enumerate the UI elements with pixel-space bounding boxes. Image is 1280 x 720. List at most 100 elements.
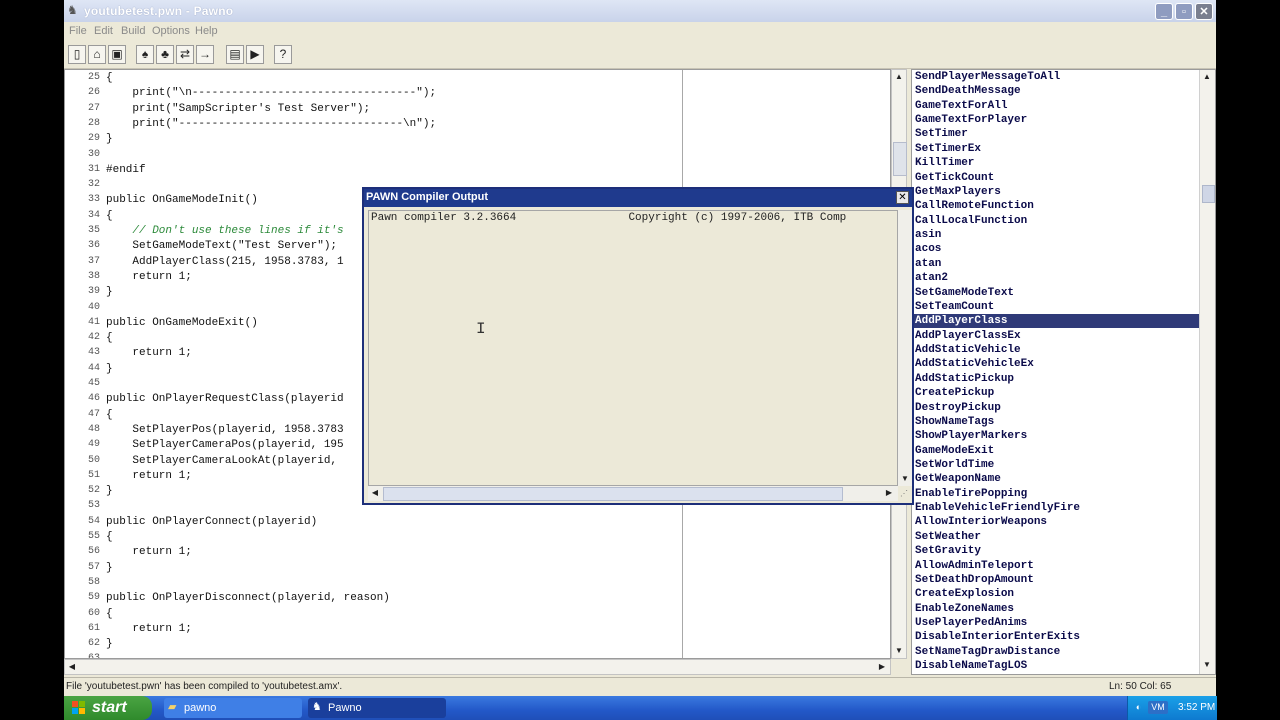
function-list-item[interactable]: SetDeathDropAmount (914, 573, 1200, 587)
function-list-item[interactable]: KillTimer (914, 156, 1200, 170)
line-number: 62 (87, 638, 100, 650)
scroll-down-icon[interactable]: ▼ (898, 472, 912, 486)
menu-build[interactable]: Build (121, 25, 145, 37)
function-list-item[interactable]: GetTickCount (914, 171, 1200, 185)
function-list-item[interactable]: SetWeather (914, 530, 1200, 544)
scroll-thumb[interactable] (383, 487, 843, 501)
function-list-item[interactable]: SetTimer (914, 127, 1200, 141)
menu-file[interactable]: File (69, 25, 87, 37)
line-number: 61 (87, 622, 100, 634)
run-icon[interactable]: ▶ (246, 45, 264, 64)
find-icon[interactable]: ♠ (136, 45, 154, 64)
function-list-item[interactable]: AddStaticPickup (914, 372, 1200, 386)
line-number: 50 (87, 454, 100, 466)
menu-edit[interactable]: Edit (94, 25, 113, 37)
function-list-item[interactable]: EnableTirePopping (914, 487, 1200, 501)
start-button[interactable]: start (64, 696, 152, 720)
replace-icon[interactable]: ⇄ (176, 45, 194, 64)
function-list-item[interactable]: AddStaticVehicleEx (914, 357, 1200, 371)
function-list-item[interactable]: CallLocalFunction (914, 214, 1200, 228)
new-icon[interactable]: ▯ (68, 45, 86, 64)
scroll-right-icon[interactable]: ▶ (882, 486, 896, 500)
editor-horizontal-scrollbar[interactable]: ◀ ▶ (64, 659, 891, 675)
function-list-item[interactable]: AddStaticVehicle (914, 343, 1200, 357)
function-list-scrollbar[interactable]: ▲ ▼ (1199, 70, 1215, 674)
compiler-output-title-bar[interactable]: PAWN Compiler Output ✕ (364, 189, 912, 207)
function-list-item[interactable]: GetMaxPlayers (914, 185, 1200, 199)
resize-grip-icon[interactable]: ⋰ (900, 489, 910, 499)
scroll-up-icon[interactable]: ▲ (1200, 70, 1214, 84)
code-line: { (106, 72, 113, 84)
scroll-down-icon[interactable]: ▼ (892, 644, 906, 658)
help-icon[interactable]: ? (274, 45, 292, 64)
function-list-item[interactable]: SetGravity (914, 544, 1200, 558)
function-list-item[interactable]: EnableZoneNames (914, 602, 1200, 616)
toolbar: ▯ ⌂ ▣ ♠ ♣ ⇄ → ▤ ▶ ? (64, 41, 1216, 69)
scroll-left-icon[interactable]: ◀ (65, 660, 79, 674)
function-list-item[interactable]: DestroyPickup (914, 401, 1200, 415)
compile-icon[interactable]: ▤ (226, 45, 244, 64)
menu-help[interactable]: Help (195, 25, 218, 37)
function-list-item[interactable]: CreatePickup (914, 386, 1200, 400)
function-list-item[interactable]: UsePlayerPedAnims (914, 616, 1200, 630)
function-list-item[interactable]: SetTimerEx (914, 142, 1200, 156)
clock: 3:52 PM (1178, 702, 1216, 713)
function-list-item[interactable]: SetGameModeText (914, 286, 1200, 300)
compiler-output-vertical-scrollbar[interactable]: ▼ (898, 210, 912, 486)
line-number: 35 (87, 225, 100, 236)
code-line: // Don't use these lines if it's (106, 225, 344, 237)
save-icon[interactable]: ▣ (108, 45, 126, 64)
function-list-item[interactable]: CallRemoteFunction (914, 199, 1200, 213)
close-button[interactable]: ✕ (1195, 3, 1213, 20)
function-list-item[interactable]: GameTextForAll (914, 99, 1200, 113)
compiler-output-horizontal-scrollbar[interactable]: ◀ ▶ (368, 486, 898, 501)
network-icon[interactable]: ◐ (1132, 701, 1145, 714)
code-line: print("SampScripter's Test Server"); (106, 102, 371, 115)
function-list-item[interactable]: SendPlayerMessageToAll (914, 70, 1200, 84)
function-list-item[interactable]: SetWorldTime (914, 458, 1200, 472)
function-list-item[interactable]: GameTextForPlayer (914, 113, 1200, 127)
function-list-item[interactable]: atan (914, 257, 1200, 271)
goto-icon[interactable]: → (196, 45, 214, 64)
code-line: return 1; (106, 347, 192, 360)
function-list-item[interactable]: AllowInteriorWeapons (914, 515, 1200, 529)
function-list-item[interactable]: asin (914, 228, 1200, 242)
scroll-thumb[interactable] (893, 142, 907, 176)
function-list-item[interactable]: AllowAdminTeleport (914, 559, 1200, 573)
function-list-item[interactable]: DisableNameTagLOS (914, 659, 1200, 673)
line-number: 59 (87, 592, 100, 604)
compiler-output-text[interactable]: Pawn compiler 3.2.3664 Copyright (c) 199… (368, 210, 898, 486)
task-pawno-app[interactable]: ♞ Pawno (308, 698, 446, 718)
code-line: } (106, 362, 113, 375)
minimize-button[interactable]: _ (1155, 3, 1173, 20)
compiler-output-close-button[interactable]: ✕ (896, 191, 909, 204)
scroll-right-icon[interactable]: ▶ (875, 660, 889, 674)
function-list-item[interactable]: SetNameTagDrawDistance (914, 645, 1200, 659)
task-pawno-folder[interactable]: ▰ pawno (164, 698, 302, 718)
scroll-thumb[interactable] (1202, 185, 1215, 203)
function-list-item[interactable]: atan2 (914, 271, 1200, 285)
function-list-item[interactable]: CreateExplosion (914, 587, 1200, 601)
vm-tray-icon[interactable]: VM (1148, 701, 1168, 714)
function-list-item[interactable]: ShowPlayerMarkers (914, 429, 1200, 443)
find-next-icon[interactable]: ♣ (156, 45, 174, 64)
menu-options[interactable]: Options (152, 25, 190, 37)
scroll-down-icon[interactable]: ▼ (1200, 658, 1214, 672)
status-bar: File 'youtubetest.pwn' has been compiled… (64, 677, 1216, 696)
open-icon[interactable]: ⌂ (88, 45, 106, 64)
function-list-item[interactable]: acos (914, 242, 1200, 256)
function-list-item[interactable]: DisableInteriorEnterExits (914, 630, 1200, 644)
scroll-up-icon[interactable]: ▲ (892, 70, 906, 84)
scroll-left-icon[interactable]: ◀ (368, 486, 382, 500)
function-list-item[interactable]: GameModeExit (914, 444, 1200, 458)
function-list-item[interactable]: SetTeamCount (914, 300, 1200, 314)
function-list-item[interactable]: AddPlayerClassEx (914, 329, 1200, 343)
function-list-item[interactable]: AddPlayerClass (914, 314, 1200, 329)
title-bar[interactable]: ♞ youtubetest.pwn - Pawno _ ▫ ✕ (64, 0, 1216, 22)
function-list-item[interactable]: GetWeaponName (914, 472, 1200, 486)
function-list[interactable]: SendPlayerMessageToAll SendDeathMessage Ga… (911, 69, 1216, 675)
function-list-item[interactable]: EnableVehicleFriendlyFire (914, 501, 1200, 515)
maximize-button[interactable]: ▫ (1175, 3, 1193, 20)
function-list-item[interactable]: ShowNameTags (914, 415, 1200, 429)
function-list-item[interactable]: SendDeathMessage (914, 84, 1200, 98)
